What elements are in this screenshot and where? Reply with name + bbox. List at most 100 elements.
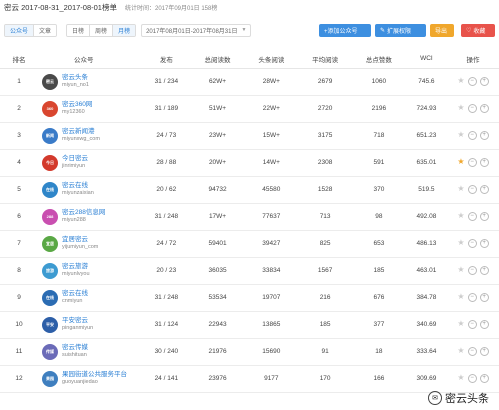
minus-icon[interactable]: −	[467, 104, 477, 113]
account-name-link[interactable]: 密云在线	[62, 290, 88, 298]
avatar[interactable]: 288	[42, 208, 58, 225]
tab-monthly[interactable]: 月榜	[113, 24, 136, 36]
actions-cell: ★ − +	[447, 365, 499, 393]
rank-cell: 8	[0, 257, 38, 285]
star-icon[interactable]: ★	[457, 347, 464, 356]
account-name-link[interactable]: 宜居密云	[62, 236, 98, 244]
star-icon[interactable]: ★	[457, 374, 464, 383]
favorite-button[interactable]: ♡ 收藏	[461, 24, 495, 37]
account-cell: 宜居 宜居密云 yijumiyun_com	[38, 230, 142, 258]
account-name-link[interactable]: 密云在线	[62, 182, 94, 190]
minus-icon[interactable]: −	[467, 212, 477, 221]
col-head-read[interactable]: 头条阅读	[244, 50, 299, 69]
plus-icon[interactable]: +	[479, 104, 489, 113]
avatar[interactable]: 密云	[42, 73, 58, 90]
star-icon[interactable]: ★	[457, 293, 464, 302]
add-account-button[interactable]: +添加公众号	[319, 24, 371, 37]
export-button[interactable]: 导出	[430, 24, 454, 37]
table-row: 9 在线 密云在线 cnmiyun 31 / 248 53534 19707 216 676 38…	[0, 284, 499, 312]
plus-icon[interactable]: +	[479, 239, 489, 248]
publish-cell: 24 / 72	[142, 230, 191, 258]
account-name-link[interactable]: 平安密云	[62, 317, 93, 325]
account-name-link[interactable]: 密云传媒	[62, 344, 88, 352]
minus-icon[interactable]: −	[467, 185, 477, 194]
minus-icon[interactable]: −	[467, 320, 477, 329]
minus-icon[interactable]: −	[467, 374, 477, 383]
star-icon[interactable]: ★	[457, 158, 464, 167]
avatar[interactable]: 传媒	[42, 343, 58, 360]
col-total-read[interactable]: 总阅读数	[190, 50, 245, 69]
avatar[interactable]: 旅游	[42, 262, 58, 279]
plus-icon[interactable]: +	[479, 266, 489, 275]
star-icon[interactable]: ★	[457, 266, 464, 275]
account-name-link[interactable]: 密云新闻港	[62, 128, 100, 136]
plus-icon[interactable]: +	[479, 320, 489, 329]
likes-cell: 98	[352, 203, 406, 231]
col-avg-read[interactable]: 平均阅读	[298, 50, 353, 69]
account-cell: 新闻 密云新闻港 miyunxwg_com	[38, 122, 142, 150]
avatar[interactable]: 在线	[42, 181, 58, 198]
avatar[interactable]: 新闻	[42, 127, 58, 144]
account-name-link[interactable]: 今日密云	[62, 155, 88, 163]
minus-icon[interactable]: −	[467, 293, 477, 302]
account-name-link[interactable]: 密云旅游	[62, 263, 90, 271]
avatar-text: 平安	[46, 321, 54, 327]
star-icon[interactable]: ★	[457, 212, 464, 221]
tab-daily[interactable]: 日榜	[67, 24, 91, 36]
minus-icon[interactable]: −	[467, 347, 477, 356]
avatar[interactable]: 果园	[42, 370, 58, 387]
chevron-down-icon: ▼	[241, 27, 247, 33]
col-publish: 发布	[142, 50, 191, 69]
account-name-link[interactable]: 果园街道公共服务平台	[62, 371, 127, 379]
minus-icon[interactable]: −	[467, 158, 477, 167]
plus-icon[interactable]: +	[479, 212, 489, 221]
account-id: cnmiyun	[62, 297, 83, 304]
avatar[interactable]: 平安	[42, 316, 58, 333]
avatar[interactable]: 宜居	[42, 235, 58, 252]
plus-icon[interactable]: +	[479, 347, 489, 356]
star-icon[interactable]: ★	[457, 185, 464, 194]
star-icon[interactable]: ★	[457, 131, 464, 140]
star-icon[interactable]: ★	[457, 320, 464, 329]
plus-icon[interactable]: +	[479, 131, 489, 140]
total-read-cell: 51W+	[190, 95, 245, 123]
col-likes[interactable]: 总点赞数	[352, 50, 406, 69]
wci-cell: 492.08	[405, 203, 447, 231]
avatar[interactable]: 360	[42, 100, 58, 117]
account-id: guoyuanjiedao	[62, 378, 98, 385]
minus-icon[interactable]: −	[467, 131, 477, 140]
plus-icon[interactable]: +	[479, 158, 489, 167]
star-icon[interactable]: ★	[457, 239, 464, 248]
rank-cell: 3	[0, 122, 38, 150]
date-range-select[interactable]: 2017年08月01日-2017年08月31日 ▼	[141, 23, 252, 37]
minus-icon[interactable]: −	[467, 77, 477, 86]
avatar[interactable]: 在线	[42, 289, 58, 306]
wci-cell: 333.64	[405, 338, 447, 366]
avatar-text: 在线	[46, 186, 54, 192]
tab-weekly[interactable]: 周榜	[90, 24, 114, 36]
account-name-link[interactable]: 密云288信息网	[62, 209, 105, 217]
likes-cell: 370	[352, 176, 406, 204]
publish-cell: 24 / 141	[142, 365, 191, 393]
plus-icon[interactable]: +	[479, 293, 489, 302]
avatar[interactable]: 今日	[42, 154, 58, 171]
plus-icon[interactable]: +	[479, 77, 489, 86]
tab-accounts[interactable]: 公众号	[5, 24, 35, 36]
table-row: 8 旅游 密云旅游 miyunlvyou 20 / 23 36035 33834 1567 18…	[0, 257, 499, 285]
tab-articles[interactable]: 文章	[34, 24, 57, 36]
plus-icon[interactable]: +	[479, 374, 489, 383]
star-icon[interactable]: ★	[457, 77, 464, 86]
rank-cell: 12	[0, 365, 38, 393]
watermark: ✉ 密云头条	[428, 390, 489, 406]
avg-read-cell: 825	[298, 230, 353, 258]
minus-icon[interactable]: −	[467, 266, 477, 275]
avatar-text: 在线	[46, 294, 54, 300]
star-icon[interactable]: ★	[457, 104, 464, 113]
minus-icon[interactable]: −	[467, 239, 477, 248]
account-name-link[interactable]: 密云头条	[62, 74, 89, 82]
plus-icon[interactable]: +	[479, 185, 489, 194]
account-name-link[interactable]: 密云360网	[62, 101, 92, 109]
expand-permission-button[interactable]: ✎ 扩展权限	[375, 24, 426, 37]
account-cell: 旅游 密云旅游 miyunlvyou	[38, 257, 142, 285]
col-wci[interactable]: WCI	[405, 50, 447, 69]
